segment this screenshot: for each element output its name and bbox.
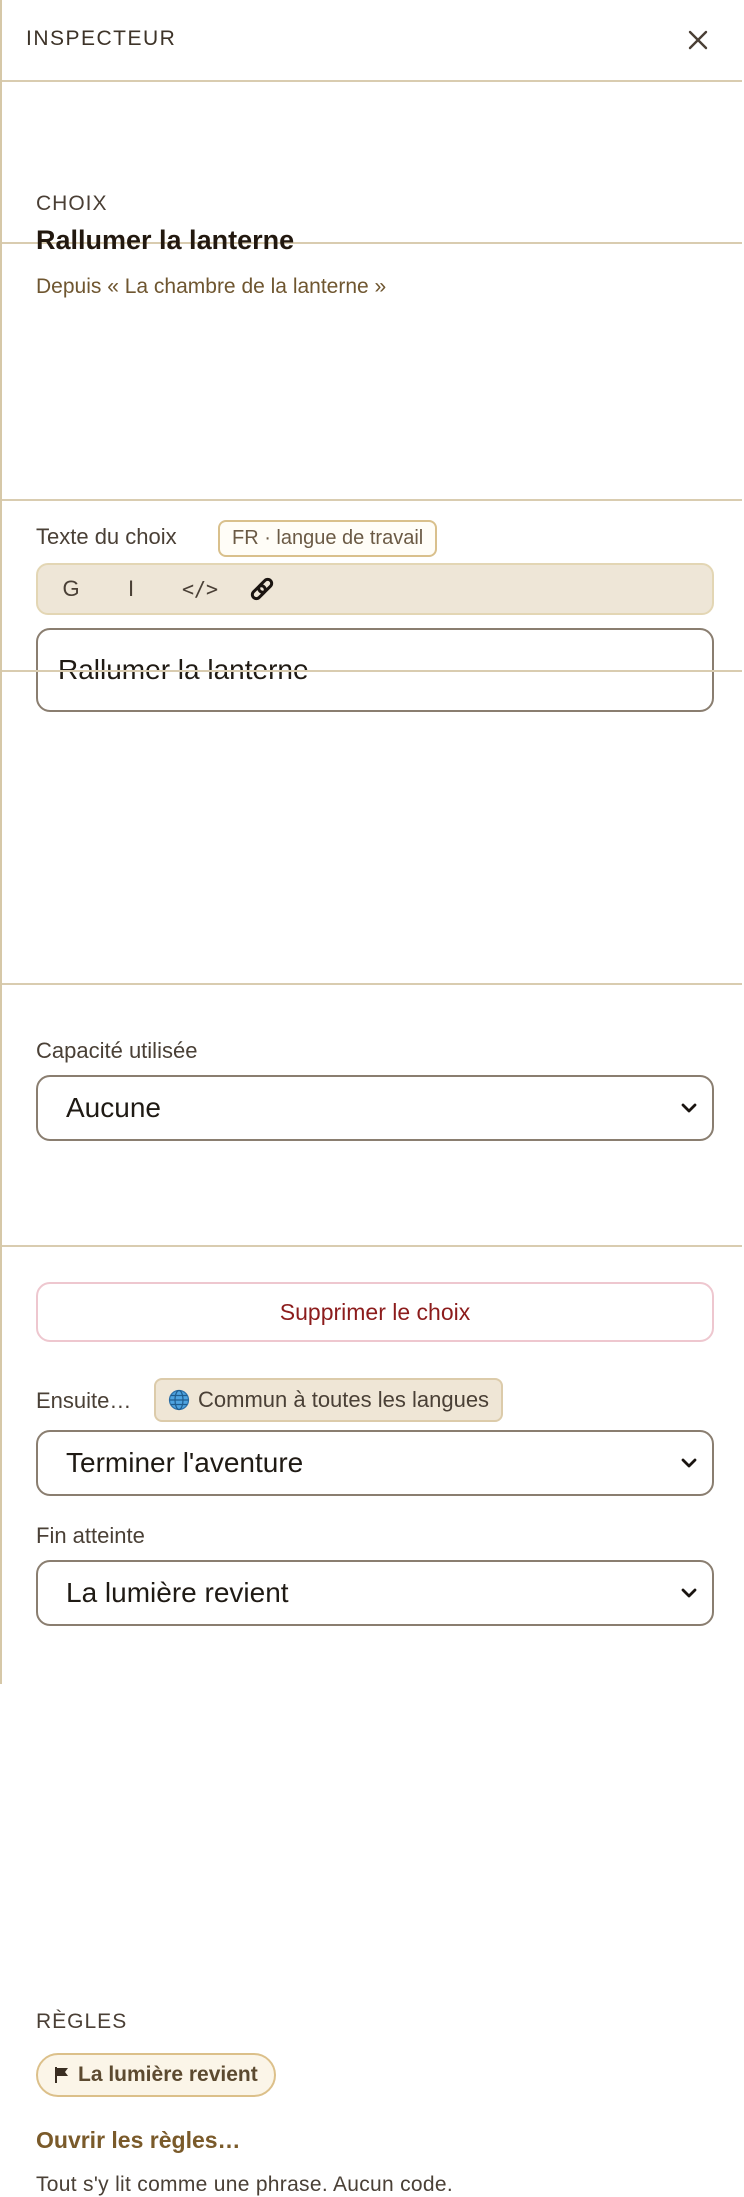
rules-hint: Tout s'y lit comme une phrase. Aucun cod…	[36, 2173, 453, 2196]
ending-select[interactable]: La lumière revient	[36, 1560, 714, 1626]
inspector-title: INSPECTEUR	[26, 27, 177, 50]
inspector-panel: INSPECTEUR CHOIX Rallumer la lanterne De…	[0, 0, 742, 2196]
delete-choice-button[interactable]: Supprimer le choix	[36, 1282, 714, 1342]
common-badge-label: Commun à toutes les langues	[198, 1387, 490, 1412]
next-section: Ensuite… Commun à toutes les langues Ter…	[2, 672, 742, 1626]
kind-label: CHOIX	[36, 192, 108, 215]
chevron-down-icon	[681, 1588, 697, 1598]
rule-chip-label: La lumière revient	[78, 2063, 258, 2086]
common-languages-badge: Commun à toutes les langues	[154, 1378, 504, 1422]
inspector-header: INSPECTEUR	[2, 0, 742, 82]
open-rules-link[interactable]: Ouvrir les règles…	[36, 2127, 241, 2154]
capacity-section: Capacité utilisée Aucune	[2, 501, 742, 1141]
ending-select-value: La lumière revient	[66, 1577, 289, 1608]
rule-chip[interactable]: La lumière revient	[36, 2053, 276, 2097]
chevron-down-icon	[681, 1458, 697, 1468]
ending-label: Fin atteinte	[36, 1523, 145, 1548]
next-action-select[interactable]: Terminer l'aventure	[36, 1430, 714, 1496]
globe-icon	[168, 1389, 190, 1411]
flag-icon	[55, 2067, 68, 2083]
close-icon	[688, 30, 708, 50]
close-button[interactable]	[678, 20, 718, 60]
next-action-value: Terminer l'aventure	[66, 1447, 304, 1478]
choice-summary: CHOIX Rallumer la lanterne Depuis « La c…	[2, 82, 742, 298]
rules-label: RÈGLES	[36, 2010, 128, 2033]
choice-text-section: Texte du choix FR · langue de travail G …	[2, 244, 742, 712]
rules-section: RÈGLES La lumière revient Ouvrir les règ…	[2, 985, 742, 2196]
next-label: Ensuite…	[36, 1388, 132, 1413]
